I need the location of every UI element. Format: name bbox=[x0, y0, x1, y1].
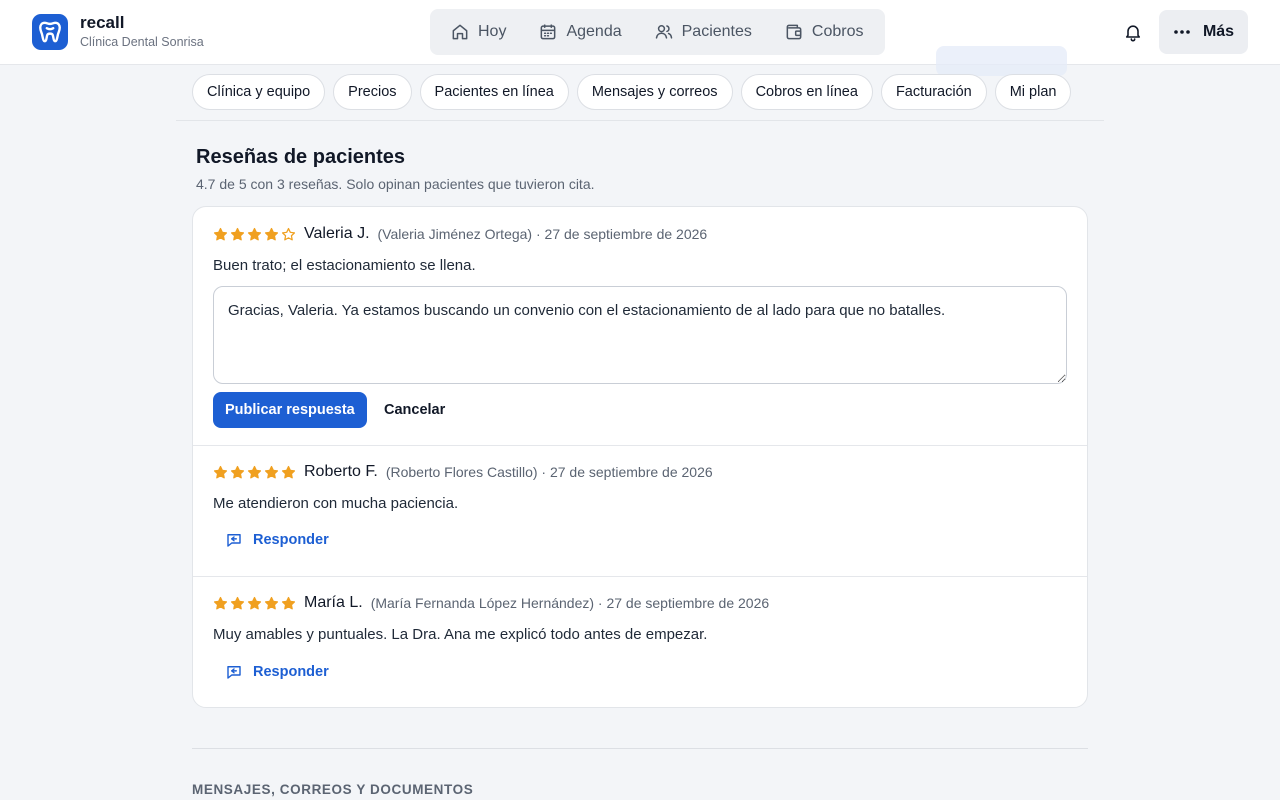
reply-button[interactable]: Responder bbox=[225, 531, 329, 549]
review-item: María L. (María Fernanda López Hernández… bbox=[193, 576, 1087, 707]
section-title: Reseñas de pacientes bbox=[196, 146, 405, 168]
review-meta: (María Fernanda López Hernández) · 27 de… bbox=[370, 595, 770, 611]
star-filled-icon bbox=[213, 465, 228, 478]
users-icon bbox=[655, 25, 672, 39]
star-filled-icon bbox=[230, 227, 245, 240]
faded-overlay-button bbox=[936, 46, 1067, 76]
reply-textarea[interactable] bbox=[213, 286, 1067, 384]
bell-icon bbox=[1125, 25, 1141, 42]
review-meta: (Roberto Flores Castillo) · 27 de septie… bbox=[385, 464, 713, 480]
review-item: Roberto F. (Roberto Flores Castillo) · 2… bbox=[193, 445, 1087, 576]
settings-tabs: Clínica y equipo Precios Pacientes en lí… bbox=[192, 74, 1072, 110]
reviewer-name: María L. bbox=[304, 594, 363, 611]
review-item: Valeria J. (Valeria Jiménez Ortega) · 27… bbox=[193, 207, 1087, 445]
star-filled-icon bbox=[247, 465, 262, 478]
tab-mi-plan[interactable]: Mi plan bbox=[994, 74, 1072, 110]
star-filled-icon bbox=[213, 596, 228, 609]
review-text: Muy amables y puntuales. La Dra. Ana me … bbox=[213, 626, 708, 643]
clinic-name: Clínica Dental Sonrisa bbox=[80, 35, 204, 49]
divider bbox=[192, 748, 1088, 749]
cancel-button[interactable]: Cancelar bbox=[384, 392, 445, 428]
tooth-logo-icon bbox=[32, 14, 68, 50]
reply-label: Responder bbox=[253, 532, 329, 548]
tab-precios[interactable]: Precios bbox=[333, 74, 412, 110]
reply-button[interactable]: Responder bbox=[225, 663, 329, 681]
home-icon bbox=[452, 24, 468, 40]
reply-label: Responder bbox=[253, 664, 329, 680]
star-rating bbox=[213, 465, 296, 480]
nav-item-label: Pacientes bbox=[681, 23, 752, 40]
tab-pacientes-en-linea[interactable]: Pacientes en línea bbox=[419, 74, 569, 110]
star-empty-icon bbox=[281, 227, 296, 240]
star-filled-icon bbox=[264, 465, 279, 478]
dots-icon bbox=[1174, 30, 1190, 34]
nav-item-pacientes[interactable]: Pacientes bbox=[638, 13, 768, 51]
app-name: recall bbox=[80, 13, 125, 32]
star-rating bbox=[213, 227, 296, 242]
star-filled-icon bbox=[213, 227, 228, 240]
top-bar: recall Clínica Dental Sonrisa Hoy Agenda… bbox=[0, 0, 1280, 65]
star-filled-icon bbox=[247, 596, 262, 609]
tab-facturacion[interactable]: Facturación bbox=[880, 74, 987, 110]
review-header: María L. (María Fernanda López Hernández… bbox=[213, 594, 769, 612]
more-menu-button[interactable]: Más bbox=[1159, 10, 1248, 54]
star-filled-icon bbox=[264, 596, 279, 609]
nav-item-agenda[interactable]: Agenda bbox=[522, 13, 637, 51]
nav-item-label: Agenda bbox=[566, 23, 622, 40]
review-text: Me atendieron con mucha paciencia. bbox=[213, 495, 459, 512]
nav-item-label: Hoy bbox=[478, 23, 507, 40]
section-subtitle: 4.7 de 5 con 3 reseñas. Solo opinan paci… bbox=[196, 176, 595, 192]
star-filled-icon bbox=[264, 227, 279, 240]
star-filled-icon bbox=[230, 596, 245, 609]
review-meta: (Valeria Jiménez Ortega) · 27 de septiem… bbox=[377, 226, 708, 242]
tab-cobros-en-linea[interactable]: Cobros en línea bbox=[740, 74, 873, 110]
publish-reply-button[interactable]: Publicar respuesta bbox=[213, 392, 367, 428]
wallet-icon bbox=[786, 24, 802, 40]
star-filled-icon bbox=[230, 465, 245, 478]
main-nav: Hoy Agenda Pacientes Cobros bbox=[430, 9, 885, 55]
review-text: Buen trato; el estacionamiento se llena. bbox=[213, 257, 476, 274]
calendar-icon bbox=[541, 24, 556, 40]
reply-icon bbox=[227, 534, 241, 547]
star-filled-icon bbox=[281, 465, 296, 478]
nav-item-label: Cobros bbox=[811, 23, 864, 40]
section-heading: MENSAJES, CORREOS Y DOCUMENTOS bbox=[192, 782, 474, 797]
divider bbox=[176, 120, 1104, 121]
tab-mensajes-correos[interactable]: Mensajes y correos bbox=[576, 74, 733, 110]
star-filled-icon bbox=[281, 596, 296, 609]
star-filled-icon bbox=[247, 227, 262, 240]
reviews-card: Valeria J. (Valeria Jiménez Ortega) · 27… bbox=[192, 206, 1088, 708]
notifications-button[interactable] bbox=[1120, 20, 1146, 44]
star-rating bbox=[213, 596, 296, 611]
nav-item-hoy[interactable]: Hoy bbox=[434, 13, 522, 51]
reviewer-name: Roberto F. bbox=[304, 463, 378, 480]
reply-icon bbox=[227, 666, 241, 679]
brand: recall Clínica Dental Sonrisa bbox=[80, 13, 204, 51]
reviewer-name: Valeria J. bbox=[304, 225, 370, 242]
review-header: Valeria J. (Valeria Jiménez Ortega) · 27… bbox=[213, 225, 707, 243]
nav-item-cobros[interactable]: Cobros bbox=[768, 13, 880, 51]
more-label: Más bbox=[1202, 23, 1235, 40]
tab-clinica-equipo[interactable]: Clínica y equipo bbox=[192, 74, 326, 110]
review-header: Roberto F. (Roberto Flores Castillo) · 2… bbox=[213, 463, 713, 481]
